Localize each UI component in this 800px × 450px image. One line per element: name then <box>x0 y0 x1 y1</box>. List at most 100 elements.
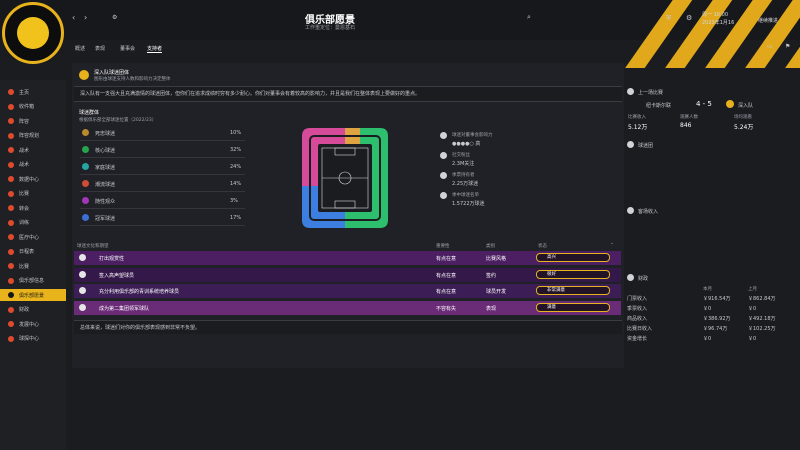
sidebar-item[interactable]: 俱乐部愿景 <box>0 289 66 301</box>
continue-button[interactable]: 继续推进 <box>758 17 778 24</box>
home-team[interactable]: 纽卡斯尔联 <box>646 102 671 109</box>
divider <box>80 157 245 158</box>
flag-icon[interactable]: ⚑ <box>785 43 790 50</box>
sidebar-item-label: 战术 <box>19 147 30 154</box>
fan-group-percent: 3% <box>230 198 238 204</box>
fan-pitch-graphic <box>302 128 388 228</box>
notes-icon[interactable]: ▭ <box>767 43 773 50</box>
finance-this: ￥0 <box>703 336 712 342</box>
search-icon[interactable]: ⌕ <box>527 13 531 22</box>
fan-group-name: 核心球迷 <box>95 148 116 154</box>
shield-icon[interactable]: ⛨ <box>666 14 671 23</box>
nav-icon <box>8 205 14 211</box>
gear-icon[interactable]: ⚙ <box>686 14 692 22</box>
match-col-1: 比赛收入 <box>628 115 646 120</box>
col-status: 状态 <box>538 244 547 249</box>
finance-col-this: 本月 <box>703 287 712 292</box>
sidebar-item[interactable]: 比赛 <box>0 188 66 200</box>
fan-group-icon <box>82 180 89 187</box>
sidebar-item[interactable]: 战术 <box>0 144 66 156</box>
fan-group-name: 死忠球迷 <box>95 131 116 137</box>
col-importance: 重要性 <box>436 244 450 249</box>
stat-icon <box>440 172 447 179</box>
nav-icon <box>8 161 14 168</box>
sidebar-item[interactable]: 球探中心 <box>0 333 66 345</box>
back-icon[interactable]: ‹ <box>72 13 75 22</box>
sidebar-item[interactable]: 数据中心 <box>0 173 66 185</box>
away-team[interactable]: 深入队 <box>738 102 753 109</box>
sidebar-item-label: 俱乐部信息 <box>19 278 45 284</box>
finance-icon <box>627 274 634 281</box>
nav-icon <box>8 277 14 284</box>
nav-icon <box>8 89 14 95</box>
ball-icon <box>17 17 49 49</box>
fan-group-name: 冠军球迷 <box>95 216 116 222</box>
expectation-importance: 有点在意 <box>436 272 457 279</box>
fan-stat-value: 2.3M关注 <box>452 161 475 167</box>
sidebar-item[interactable]: 阵容规划 <box>0 130 66 142</box>
sidebar-item[interactable]: 收件箱 <box>0 101 66 113</box>
chevron-down-icon[interactable]: ⌄ <box>610 241 614 246</box>
sidebar-item-label: 俱乐部愿景 <box>19 292 45 299</box>
sidebar-item[interactable]: 俱乐部信息 <box>0 275 66 287</box>
sidebar-item[interactable]: 训练 <box>0 217 66 229</box>
sidebar-item-label: 战术 <box>19 162 30 168</box>
expectation-importance: 有点在意 <box>436 256 457 262</box>
sidebar-item-label: 日程表 <box>19 249 35 255</box>
sidebar-item[interactable]: 医疗中心 <box>0 231 66 243</box>
fan-group-name: 潮流球迷 <box>95 182 116 188</box>
match-value-1: 5.12万 <box>628 124 648 131</box>
stat-icon <box>440 192 447 199</box>
goal-icon <box>79 270 86 278</box>
last-match-title: 上一场比赛 <box>638 90 664 96</box>
match-icon <box>627 88 634 95</box>
tab-board[interactable]: 董事会 <box>120 45 135 52</box>
nav-icon <box>8 335 14 342</box>
stat-icon <box>440 152 447 159</box>
sidebar-item[interactable]: 日程表 <box>0 246 66 258</box>
fan-group-percent: 10% <box>230 130 242 136</box>
finance-title: 财政 <box>638 276 649 282</box>
tab-supporters[interactable]: 支持者 <box>147 45 163 53</box>
divider <box>80 208 245 209</box>
sidebar-item-label: 球探中心 <box>19 336 40 342</box>
sidebar-item[interactable]: 财政 <box>0 304 66 316</box>
tab-performance[interactable]: 表现 <box>95 45 105 52</box>
fans-icon <box>627 141 634 148</box>
forward-icon[interactable]: › <box>84 13 87 22</box>
finance-col-last: 上月 <box>748 287 757 292</box>
sidebar-item[interactable]: 发展中心 <box>0 318 66 330</box>
date-line-2: 2023年1月16 <box>702 20 735 26</box>
sidebar-item-label: 比赛 <box>19 263 30 270</box>
fan-group-icon <box>82 146 89 153</box>
sidebar-item[interactable]: 主页 <box>0 86 66 98</box>
fan-groups-title: 球迷群体 <box>79 110 100 116</box>
sidebar-item-label: 数据中心 <box>19 176 40 183</box>
settings-icon[interactable]: ⚙ <box>112 14 117 21</box>
sidebar-item[interactable]: 战术 <box>0 159 66 171</box>
sidebar-item[interactable]: 比赛 <box>0 260 66 272</box>
expectation-title: 成为第二集团领军球队 <box>99 305 150 312</box>
fan-group-icon <box>82 163 89 170</box>
goal-icon <box>79 254 86 261</box>
sidebar-item[interactable]: 转会 <box>0 202 66 214</box>
fan-group-percent: 32% <box>230 147 242 153</box>
club-badge-icon <box>726 100 734 108</box>
app: ‹ › ⚙ 俱乐部愿景 工作重定位：曼恩基石 ⌕ ⛨ ⚙ 周一 10:00 20… <box>0 0 800 450</box>
goal-icon <box>79 287 86 294</box>
fan-groups-season: 根据俱乐部全部球迷位置（2022/23） <box>79 118 157 123</box>
nav-icon <box>8 118 14 124</box>
club-logo[interactable] <box>2 2 64 64</box>
sidebar-item[interactable]: 阵容 <box>0 115 66 127</box>
decor-stripes <box>590 0 800 68</box>
fan-stat-value: ●●●●○ 高 <box>452 141 481 147</box>
match-col-2: 观赛人数 <box>680 115 698 120</box>
nav-icon <box>8 132 14 139</box>
divider <box>80 174 245 175</box>
nav-icon <box>8 248 14 255</box>
fan-group-name: 家庭球迷 <box>95 165 116 171</box>
tab-overview[interactable]: 概述 <box>75 45 85 52</box>
match-score[interactable]: 4 - 5 <box>696 100 712 108</box>
nav-icon <box>8 234 14 240</box>
finance-this: ￥916.54万 <box>703 296 731 302</box>
